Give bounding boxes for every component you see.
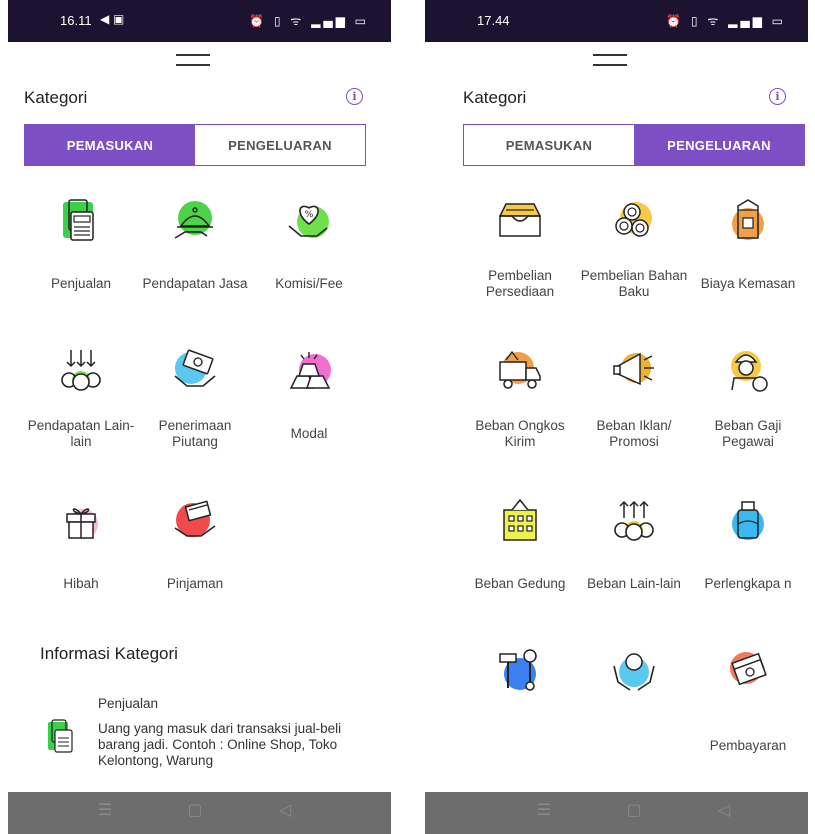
inventory-tray-icon (498, 203, 542, 237)
category-pendapatan-lain-lain[interactable]: Pendapatan Lain-lain (24, 336, 138, 486)
category-label: Pembelian Persediaan (485, 268, 555, 299)
navigation-bar: ☰ ▢ ◁ (8, 792, 391, 834)
category-penerimaan-piutang[interactable]: Penerimaan Piutang (138, 336, 252, 486)
category-pembelian-persediaan[interactable]: Pembelian Persediaan (463, 186, 577, 336)
category-label: Penerimaan Piutang (158, 418, 232, 449)
svg-text:%: % (305, 210, 314, 220)
category-pembayaran[interactable]: Pembayaran (691, 636, 805, 786)
screen-pengeluaran: 17.44 ⏰ ▯ ᯤ ▂▄▆ ▭ Kategori i PEMASUKAN P… (425, 0, 808, 834)
page-title: Kategori (463, 88, 527, 107)
home-icon[interactable]: ▢ (619, 800, 649, 819)
payment-cash-icon (730, 652, 767, 686)
heart-percent-icon: % (288, 205, 329, 238)
package-box-icon (732, 199, 764, 240)
back-icon[interactable]: ◁ (270, 800, 300, 819)
status-bar: 17.44 ⏰ ▯ ᯤ ▂▄▆ ▭ (425, 0, 808, 42)
category-pendapatan-jasa[interactable]: Pendapatan Jasa (138, 186, 252, 336)
category-label: Pendapatan Lain-lain (27, 418, 135, 449)
info-icon[interactable]: i (346, 88, 363, 105)
category-label: Komisi/Fee (275, 276, 343, 292)
category-beban-gedung[interactable]: Beban Gedung (463, 486, 577, 636)
supplies-jar-icon (732, 501, 764, 540)
category-peralatan[interactable] (463, 636, 577, 786)
category-label: Beban Ongkos Kirim (475, 418, 565, 449)
category-label (463, 702, 577, 766)
category-modal[interactable]: Modal (252, 336, 366, 486)
info-section-title: Informasi Kategori (40, 644, 178, 663)
category-beban-lain-lain[interactable]: Beban Lain-lain (577, 486, 691, 636)
category-label: Pendapatan Jasa (142, 276, 248, 292)
coins-arrows-up-icon (614, 500, 654, 541)
category-perlengkapan[interactable]: Perlengkapa n (691, 486, 805, 636)
status-bar: 16.11 ◀ ▣ ⏰ ▯ ᯤ ▂▄▆ ▭ (8, 0, 391, 42)
category-beban-iklan-promosi[interactable]: Beban Iklan/ Promosi (577, 336, 691, 486)
menu-icon[interactable]: ☰ (529, 800, 559, 819)
category-label: Pembayaran (709, 738, 787, 754)
coins-arrows-icon (61, 350, 101, 391)
tab-pengeluaran[interactable]: PENGELUARAN (195, 125, 365, 165)
category-pembelian-bahan-baku[interactable]: Pembelian Bahan Baku (577, 186, 691, 336)
category-label: Beban Iklan/ Promosi (596, 418, 672, 449)
tools-icon (499, 649, 537, 691)
info-category-name: Penjualan (98, 696, 159, 711)
category-tabs: PEMASUKAN PENGELUARAN (24, 124, 366, 166)
category-penjualan[interactable]: Penjualan (24, 186, 138, 336)
home-icon[interactable]: ▢ (180, 800, 210, 819)
cash-register-icon (48, 719, 73, 753)
category-label: Pinjaman (166, 576, 224, 592)
category-investasi[interactable] (577, 636, 691, 786)
status-notification-icons: ◀ ▣ (100, 12, 125, 26)
category-komisi-fee[interactable]: % Komisi/Fee (252, 186, 366, 336)
category-label: Modal (290, 426, 328, 442)
tab-pemasukan[interactable]: PEMASUKAN (25, 125, 195, 165)
status-time: 16.11 (60, 13, 92, 28)
info-icon[interactable]: i (769, 88, 786, 105)
worker-salary-icon (731, 351, 768, 392)
back-icon[interactable]: ◁ (709, 800, 739, 819)
category-label: Hibah (63, 576, 99, 592)
category-pinjaman[interactable]: Pinjaman (138, 486, 252, 636)
category-beban-gaji-pegawai[interactable]: Beban Gaji Pegawai (691, 336, 805, 486)
receivable-hand-icon (174, 349, 216, 387)
status-system-icons: ⏰ ▯ ᯤ ▂▄▆ ▭ (249, 14, 369, 28)
info-category-description: Uang yang masuk dari transaksi jual-beli… (98, 721, 342, 768)
gold-bars-icon (289, 352, 331, 389)
drag-handle[interactable] (593, 54, 627, 66)
category-hibah[interactable]: Hibah (24, 486, 138, 636)
screen-pemasukan: 16.11 ◀ ▣ ⏰ ▯ ᯤ ▂▄▆ ▭ Kategori i PEMASUK… (8, 0, 391, 834)
category-label: Beban Gaji Pegawai (714, 418, 782, 449)
drag-handle[interactable] (176, 54, 210, 66)
loan-hand-icon (174, 500, 216, 537)
category-label: Pembelian Bahan Baku (580, 268, 688, 299)
category-label: Penjualan (50, 276, 112, 292)
status-time: 17.44 (477, 13, 510, 28)
category-label: Beban Lain-lain (587, 576, 681, 592)
category-label: Perlengkapa n (704, 576, 792, 592)
tab-pengeluaran[interactable]: PENGELUARAN (634, 125, 804, 165)
delivery-truck-icon (499, 350, 541, 389)
page-title: Kategori (24, 88, 88, 107)
megaphone-icon (613, 352, 654, 386)
status-system-icons: ⏰ ▯ ᯤ ▂▄▆ ▭ (666, 14, 786, 28)
service-tray-icon (174, 201, 213, 239)
cash-register-icon (63, 199, 94, 241)
category-tabs: PEMASUKAN PENGELUARAN (463, 124, 805, 166)
menu-icon[interactable]: ☰ (90, 800, 120, 819)
category-beban-ongkos-kirim[interactable]: Beban Ongkos Kirim (463, 336, 577, 486)
tab-pemasukan[interactable]: PEMASUKAN (464, 125, 634, 165)
category-label: Biaya Kemasan (700, 276, 796, 292)
raw-logs-icon (615, 202, 652, 237)
gift-icon (66, 508, 98, 539)
coin-hands-icon (613, 653, 655, 691)
category-label: Beban Gedung (474, 576, 566, 592)
category-label (577, 702, 691, 766)
navigation-bar: ☰ ▢ ◁ (425, 792, 808, 834)
building-icon (503, 498, 537, 541)
category-biaya-kemasan[interactable]: Biaya Kemasan (691, 186, 805, 336)
